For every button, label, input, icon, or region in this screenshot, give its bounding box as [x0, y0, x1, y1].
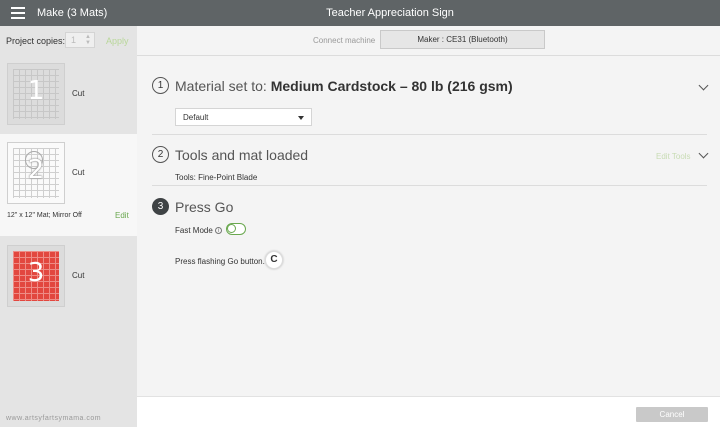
fast-mode-label: Fast Mode i [175, 226, 222, 235]
apply-button[interactable]: Apply [106, 36, 129, 46]
cancel-button[interactable]: Cancel [636, 407, 708, 422]
mat-card-3[interactable]: 3 Cut [0, 237, 137, 337]
material-title: Material set to: Medium Cardstock – 80 l… [175, 78, 513, 94]
tools-title: Tools and mat loaded [175, 147, 309, 163]
step-number-2: 2 [152, 146, 169, 163]
mat-sidebar: Project copies: 1 ▲ ▼ Apply 1 Cut 2 Cut 1… [0, 26, 137, 427]
divider [152, 185, 707, 186]
document-title: Teacher Appreciation Sign [326, 7, 454, 19]
material-name: Medium Cardstock – 80 lb (216 gsm) [270, 78, 513, 94]
mat-label-1: Cut [72, 89, 85, 98]
divider [137, 55, 720, 56]
mat-card-1[interactable]: 1 Cut [0, 55, 137, 133]
mat-thumbnail-3: 3 [7, 245, 65, 307]
machine-select-button[interactable]: Maker : CE31 (Bluetooth) [380, 30, 545, 49]
make-panel: Connect machine Maker : CE31 (Bluetooth)… [137, 26, 720, 396]
mat-label-3: Cut [72, 271, 85, 280]
project-copies-label: Project copies: [6, 36, 66, 46]
divider [152, 134, 707, 135]
project-copies-stepper[interactable]: 1 ▲ ▼ [65, 32, 95, 48]
chevron-down-icon[interactable] [698, 148, 709, 159]
connect-machine-label: Connect machine [313, 36, 376, 45]
edit-mat-button[interactable]: Edit [115, 211, 129, 220]
edit-tools-button[interactable]: Edit Tools [656, 152, 691, 161]
step-number-1: 1 [152, 77, 169, 94]
mat-number-3: 3 [27, 258, 45, 288]
mat-number-2: 2 [27, 155, 45, 185]
caret-down-icon [298, 116, 304, 120]
stepper-arrows-icon[interactable]: ▲ ▼ [85, 34, 91, 46]
step-number-3: 3 [152, 198, 169, 215]
fast-mode-toggle[interactable] [226, 223, 246, 235]
project-copies-row: Project copies: 1 ▲ ▼ Apply [0, 26, 137, 55]
pressure-select-value: Default [183, 113, 209, 122]
go-instruction: Press flashing Go button. [175, 257, 265, 266]
mat-number-1: 1 [27, 76, 45, 106]
project-copies-value: 1 [71, 35, 77, 45]
fast-mode-text: Fast Mode [175, 226, 213, 235]
mat-label-2: Cut [72, 168, 85, 177]
toggle-knob [227, 224, 236, 233]
mat-thumbnail-1: 1 [7, 63, 65, 125]
mat-thumbnail-2: 2 [7, 142, 65, 204]
mat-size-info: 12" x 12" Mat; Mirror Off [7, 212, 82, 219]
mat-card-2[interactable]: 2 Cut 12" x 12" Mat; Mirror Off Edit [0, 134, 137, 236]
info-icon[interactable]: i [214, 227, 222, 235]
watermark: www.artsyfartsymama.com [6, 415, 102, 422]
top-bar: Make (3 Mats) Teacher Appreciation Sign [0, 0, 720, 26]
press-go-title: Press Go [175, 199, 234, 215]
material-title-prefix: Material set to: [175, 78, 271, 94]
tools-list: Tools: Fine-Point Blade [175, 173, 258, 182]
footer-bar: Cancel [137, 396, 720, 427]
go-button-icon: C [265, 251, 283, 269]
chevron-down-icon[interactable] [698, 80, 709, 91]
pressure-select[interactable]: Default [175, 108, 312, 126]
